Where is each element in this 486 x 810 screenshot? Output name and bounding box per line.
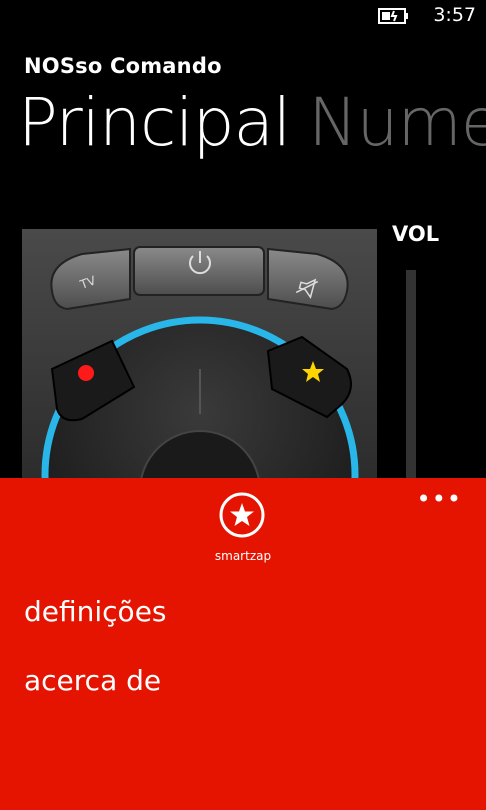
app-title: NOSso Comando [24,54,222,78]
remote-control-image: TV [22,229,377,489]
smartzap-button[interactable] [218,491,266,539]
star-icon [230,503,254,526]
pivot-item-principal[interactable]: Principal [18,84,291,161]
record-icon [78,365,94,381]
menu-item-definicoes[interactable]: definições [24,595,167,628]
pivot-header: Principal Nume [18,84,486,161]
battery-charging-icon [378,8,408,24]
menu-item-acerca-de[interactable]: acerca de [24,664,161,697]
volume-slider[interactable] [406,270,416,490]
pivot-item-numeros[interactable]: Nume [308,84,486,161]
volume-label: VOL [392,222,440,246]
status-bar: 3:57 [0,0,486,32]
more-options-button[interactable]: ••• [417,485,462,513]
clock: 3:57 [433,4,476,26]
smartzap-label: smartzap [214,549,272,563]
